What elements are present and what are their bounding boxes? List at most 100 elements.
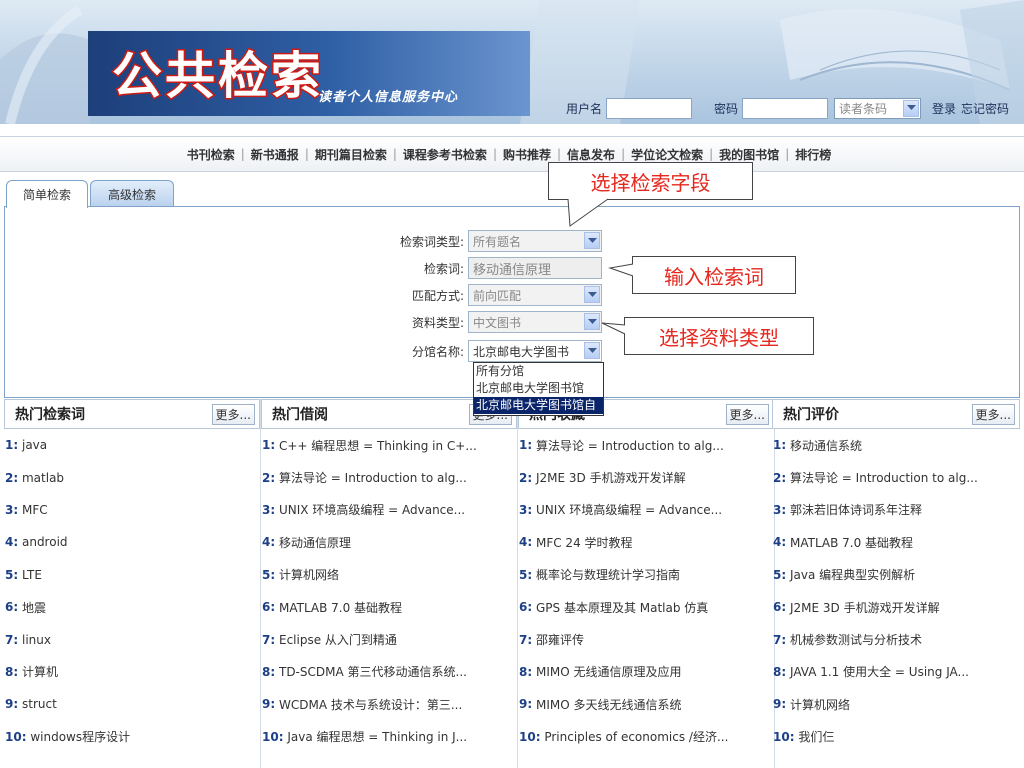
list-item[interactable]: 8: 计算机 [4,656,260,688]
logo-title: 公共检索 [111,45,324,107]
password-input[interactable] [742,97,829,119]
list-item[interactable]: 2: J2ME 3D 手机游戏开发详解 [518,461,774,493]
list-item[interactable]: 5: Java 编程典型实例解析 [772,559,1020,591]
more-button[interactable]: 更多... [971,403,1015,425]
more-button[interactable]: 更多... [725,403,769,425]
list-item[interactable]: 2: matlab [4,461,260,493]
nav-item-journal-search[interactable]: 期刊篇目检索 [309,146,393,163]
nav-item-info-release[interactable]: 信息发布 [561,146,621,163]
list-item[interactable]: 9: 计算机网络 [772,688,1020,720]
keyword-input[interactable] [468,257,602,279]
nav-item-my-library[interactable]: 我的图书馆 [713,146,785,163]
list-item[interactable]: 6: 地震 [4,591,260,623]
logo-subtitle: 读者个人信息服务中心 [318,90,459,105]
list-item[interactable]: 4: android [4,526,260,558]
username-label: 用户名 [566,101,603,116]
callout-tail-material [601,322,626,335]
list-item[interactable]: 7: Eclipse 从入门到精通 [261,623,517,655]
tab-advanced-search[interactable]: 高级检索 [90,180,174,207]
login-type-select[interactable]: 读者条码 [834,97,922,119]
list-item[interactable]: 2: 算法导论 = Introduction to alg... [261,461,517,493]
branch-option[interactable]: 所有分馆 [474,363,603,380]
list-item[interactable]: 4: MFC 24 学时教程 [518,526,774,558]
login-bar: 用户名 密码 读者条码 登录 忘记密码 [566,97,1009,119]
list-item[interactable]: 6: MATLAB 7.0 基础教程 [261,591,517,623]
username-input[interactable] [606,97,693,119]
keyword-label: 检索词: [423,261,464,276]
nav-item-new-books[interactable]: 新书通报 [245,146,305,163]
match-value: 前向匹配 [473,288,522,303]
branch-row: 分馆名称: 北京邮电大学图书 [4,340,602,362]
list-item[interactable]: 4: MATLAB 7.0 基础教程 [772,526,1020,558]
list-item[interactable]: 10: Java 编程思想 = Thinking in J... [261,721,517,753]
branch-select[interactable]: 北京邮电大学图书 [468,340,602,362]
list-item[interactable]: 10: Principles of economics /经济... [518,721,774,753]
main-nav: 书刊检索 | 新书通报 | 期刊篇目检索 | 课程参考书检索 | 购书推荐 | … [0,136,1024,172]
list-item[interactable]: 7: 邵雍评传 [518,623,774,655]
list-item[interactable]: 8: JAVA 1.1 使用大全 = Using JA... [772,656,1020,688]
match-select[interactable]: 前向匹配 [468,284,602,306]
list-item[interactable]: 8: MIMO 无线通信原理及应用 [518,656,774,688]
material-label: 资料类型: [411,315,464,330]
nav-item-course-books[interactable]: 课程参考书检索 [397,146,493,163]
nav-item-book-search[interactable]: 书刊检索 [187,146,241,163]
branch-value: 北京邮电大学图书 [473,344,570,359]
chevron-down-icon [584,313,600,330]
list-item[interactable]: 3: UNIX 环境高级编程 = Advance... [518,494,774,526]
hot-borrowing-list: 1: C++ 编程思想 = Thinking in C+... 2: 算法导论 … [261,429,517,753]
column-hot-collection: 热门收藏 更多... 1: 算法导论 = Introduction to alg… [518,399,775,768]
list-item[interactable]: 9: WCDMA 技术与系统设计：第三... [261,688,517,720]
callout-tail-keyword [608,263,634,277]
list-item[interactable]: 6: J2ME 3D 手机游戏开发详解 [772,591,1020,623]
list-item[interactable]: 3: 郭沫若旧体诗词系年注释 [772,494,1020,526]
nav-item-purchase-recommend[interactable]: 购书推荐 [497,146,557,163]
list-item[interactable]: 7: linux [4,623,260,655]
callout-select-material: 选择资料类型 [624,317,814,355]
list-item[interactable]: 9: struct [4,688,260,720]
material-row: 资料类型: 中文图书 [4,311,602,333]
chevron-down-icon [584,232,600,249]
match-label: 匹配方式: [411,288,464,303]
list-item[interactable]: 5: 计算机网络 [261,559,517,591]
list-item[interactable]: 10: 我们仨 [772,721,1020,753]
branch-label: 分馆名称: [411,344,464,359]
login-link[interactable]: 登录 [932,100,956,117]
chevron-down-icon [584,342,600,359]
password-label: 密码 [714,101,739,116]
callout-select-field: 选择检索字段 [548,162,753,200]
list-item[interactable]: 8: TD-SCDMA 第三代移动通信系统... [261,656,517,688]
list-item[interactable]: 5: LTE [4,559,260,591]
list-item[interactable]: 1: java [4,429,260,461]
list-item[interactable]: 6: GPS 基本原理及其 Matlab 仿真 [518,591,774,623]
list-item[interactable]: 7: 机械参数测试与分析技术 [772,623,1020,655]
list-item[interactable]: 3: UNIX 环境高级编程 = Advance... [261,494,517,526]
list-item[interactable]: 1: C++ 编程思想 = Thinking in C+... [261,429,517,461]
keyword-type-row: 检索词类型: 所有题名 [4,230,602,252]
list-item[interactable]: 4: 移动通信原理 [261,526,517,558]
login-type-value: 读者条码 [839,101,888,116]
keyword-type-value: 所有题名 [473,234,522,249]
list-item[interactable]: 3: MFC [4,494,260,526]
nav-item-rankings[interactable]: 排行榜 [789,146,837,163]
list-item[interactable]: 10: windows程序设计 [4,721,260,753]
list-item[interactable]: 9: MIMO 多天线无线通信系统 [518,688,774,720]
hot-collection-list: 1: 算法导论 = Introduction to alg... 2: J2ME… [518,429,774,753]
nav-item-thesis-search[interactable]: 学位论文检索 [625,146,709,163]
forgot-password-link[interactable]: 忘记密码 [961,100,1009,117]
more-button[interactable]: 更多... [211,403,255,425]
list-item[interactable]: 2: 算法导论 = Introduction to alg... [772,461,1020,493]
material-value: 中文图书 [473,315,522,330]
branch-option-selected[interactable]: 北京邮电大学图书馆自 [474,397,603,414]
keyword-type-select[interactable]: 所有题名 [468,230,602,252]
list-item[interactable]: 1: 移动通信系统 [772,429,1020,461]
material-select[interactable]: 中文图书 [468,311,602,333]
keyword-row: 检索词: [4,257,602,279]
column-header: 热门评价 更多... [772,399,1020,429]
tab-simple-search[interactable]: 简单检索 [6,180,88,208]
hot-keywords-list: 1: java 2: matlab 3: MFC 4: android 5: L… [4,429,260,753]
branch-option[interactable]: 北京邮电大学图书馆 [474,380,603,397]
list-item[interactable]: 5: 概率论与数理统计学习指南 [518,559,774,591]
column-header: 热门检索词 更多... [4,399,260,429]
list-item[interactable]: 1: 算法导论 = Introduction to alg... [518,429,774,461]
column-hot-borrowing: 热门借阅 更多... 1: C++ 编程思想 = Thinking in C+.… [261,399,518,768]
